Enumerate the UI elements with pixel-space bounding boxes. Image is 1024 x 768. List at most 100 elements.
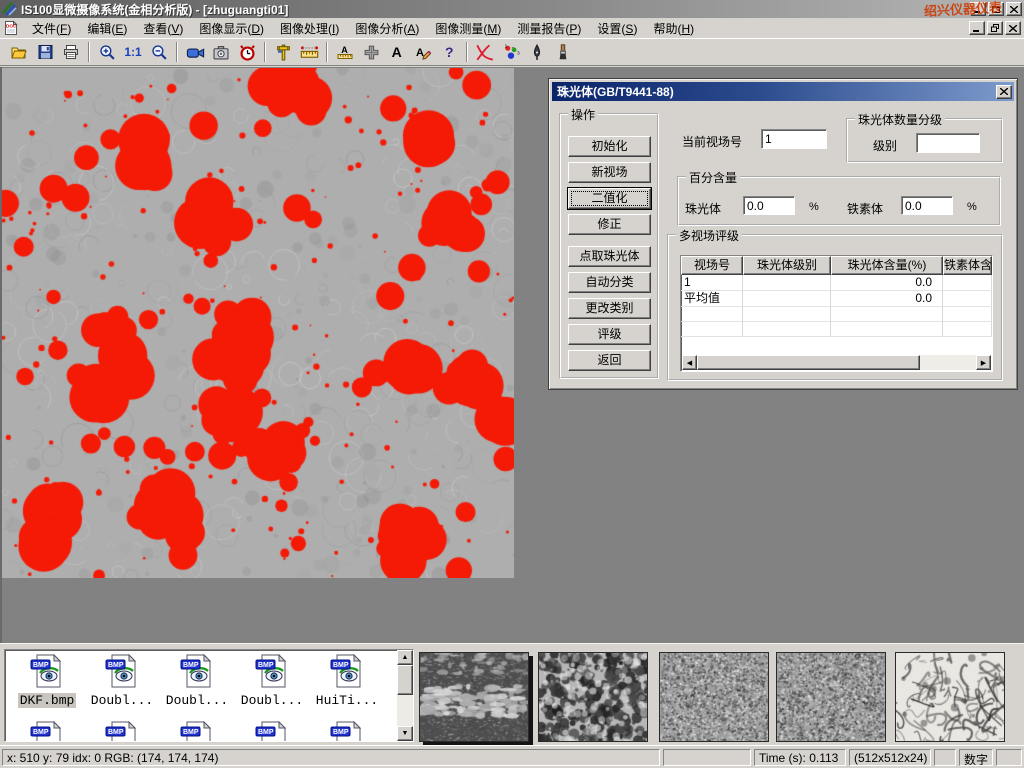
auto-classify-button[interactable]: 自动分类 [568,272,651,293]
init-button[interactable]: 初始化 [568,136,651,157]
svg-text:BMP: BMP [333,662,349,669]
maximize-button[interactable] [988,2,1004,16]
thumbnail-2[interactable] [538,652,648,742]
table-row[interactable]: 平均值 0.0 [681,291,992,307]
file-item[interactable]: BMP DKF.bmp [11,653,83,708]
col-ferrite-content[interactable]: 铁素体含量(%) [943,256,992,275]
file-item-partial[interactable]: BMP [11,720,83,742]
help-button[interactable]: ? [436,40,462,64]
file-name[interactable]: DKF.bmp [18,693,77,708]
edit-annotate-button[interactable]: A [410,40,436,64]
cell-grade [743,291,831,306]
new-field-button[interactable]: 新视场 [568,162,651,183]
ferrite-percent-input[interactable] [901,196,953,215]
ruler-measure-button[interactable] [296,40,322,64]
file-name[interactable]: Doubl... [164,693,230,708]
table-row[interactable]: 1 0.0 [681,275,992,291]
thumbnail-1[interactable] [419,652,529,742]
menu-item-view[interactable]: 查看(V) [135,18,191,39]
mdi-close-button[interactable] [1005,21,1021,35]
actual-size-button[interactable]: 1:1 [120,40,146,64]
grid-tool-button[interactable] [358,40,384,64]
file-item[interactable]: BMP HuiTi... [311,653,383,708]
menu-item-settings[interactable]: 设置(S) [589,18,645,39]
close-button[interactable] [1006,2,1022,16]
grade-group: 珠光体数量分级 级别 [846,118,1003,163]
bmp-file-icon: BMP [330,720,364,742]
col-field-no[interactable]: 视场号 [681,256,743,275]
thumbnail-5[interactable] [895,652,1005,742]
multi-field-group-label: 多视场评级 [676,227,742,244]
actual-size-label: 1:1 [124,45,141,59]
scrollbar-thumb[interactable] [397,665,413,695]
pearlite-percent-input[interactable] [743,196,795,215]
file-name[interactable]: Doubl... [239,693,305,708]
save-file-button[interactable] [32,40,58,64]
grade-button[interactable]: 评级 [568,324,651,345]
caliper-measure-button[interactable] [270,40,296,64]
minimize-button[interactable] [970,2,986,16]
classify-points-button[interactable]: 231 [498,40,524,64]
col-pearlite-grade[interactable]: 珠光体级别 [743,256,831,275]
brush-tool-button[interactable] [550,40,576,64]
correct-button[interactable]: 修正 [568,214,651,235]
zoom-out-button[interactable] [146,40,172,64]
curve-tool-button[interactable] [472,40,498,64]
menu-item-edit[interactable]: 编辑(E) [79,18,135,39]
menu-item-image-process[interactable]: 图像处理(I) [272,18,347,39]
text-measure-button[interactable]: A [332,40,358,64]
print-button[interactable] [58,40,84,64]
scroll-up-button[interactable]: ▲ [397,650,413,665]
current-field-input[interactable] [761,129,827,149]
menu-item-file[interactable]: 文件(F) [24,18,79,39]
scroll-down-button[interactable]: ▼ [397,726,413,741]
grade-input[interactable] [916,133,980,153]
file-browser-scrollbar[interactable]: ▲ ▼ [397,650,413,741]
file-item[interactable]: BMP Doubl... [236,653,308,708]
file-item[interactable]: BMP Doubl... [161,653,233,708]
scroll-left-button[interactable]: ◀ [682,355,697,370]
timer-button[interactable] [234,40,260,64]
change-class-button[interactable]: 更改类别 [568,298,651,319]
pick-pearlite-button[interactable]: 点取珠光体 [568,246,651,267]
snapshot-button[interactable] [208,40,234,64]
cell-grade [743,275,831,290]
thumbnail-3[interactable] [659,652,769,742]
menu-item-image-analysis[interactable]: 图像分析(A) [347,18,427,39]
file-name[interactable]: HuiTi... [314,693,380,708]
scrollbar-track[interactable] [920,355,976,370]
video-capture-button[interactable] [182,40,208,64]
thumbnail-4[interactable] [776,652,886,742]
menu-item-measure-report[interactable]: 测量报告(P) [509,18,589,39]
zoom-in-button[interactable] [94,40,120,64]
mdi-restore-button[interactable] [987,21,1003,35]
dialog-title-bar[interactable]: 珠光体(GB/T9441-88) [552,82,1014,101]
menu-item-help[interactable]: 帮助(H) [645,18,702,39]
micrograph-image[interactable] [2,68,514,578]
pen-tool-button[interactable] [524,40,550,64]
mdi-workspace: 珠光体(GB/T9441-88) 操作 初始化 新视场 二值化 修正 点取珠光体… [0,67,1024,643]
return-button[interactable]: 返回 [568,350,651,371]
multi-field-group: 多视场评级 视场号 珠光体级别 珠光体含量(%) 铁素体含量(%) 1 0.0 [667,234,1003,381]
open-file-button[interactable] [6,40,32,64]
dialog-title: 珠光体(GB/T9441-88) [557,83,674,100]
file-name[interactable]: Doubl... [89,693,155,708]
file-item-partial[interactable]: BMP [311,720,383,742]
menu-bar: DOC 文件(F) 编辑(E) 查看(V) 图像显示(D) 图像处理(I) 图像… [0,18,1024,38]
file-item[interactable]: BMP Doubl... [86,653,158,708]
file-item-partial[interactable]: BMP [161,720,233,742]
menu-item-image-display[interactable]: 图像显示(D) [191,18,272,39]
table-horizontal-scrollbar[interactable]: ◀ ▶ [682,355,991,370]
text-annotate-button[interactable]: A [384,40,410,64]
mdi-minimize-button[interactable] [969,21,985,35]
file-item-partial[interactable]: BMP [86,720,158,742]
dialog-close-button[interactable] [996,85,1012,99]
rating-table[interactable]: 视场号 珠光体级别 珠光体含量(%) 铁素体含量(%) 1 0.0 平均值 [680,255,993,372]
menu-item-image-measure[interactable]: 图像测量(M) [427,18,509,39]
binarize-button[interactable]: 二值化 [568,188,651,209]
col-pearlite-content[interactable]: 珠光体含量(%) [831,256,943,275]
file-item-partial[interactable]: BMP [236,720,308,742]
scrollbar-thumb[interactable] [697,355,920,370]
clock-icon [239,44,256,61]
scroll-right-button[interactable]: ▶ [976,355,991,370]
